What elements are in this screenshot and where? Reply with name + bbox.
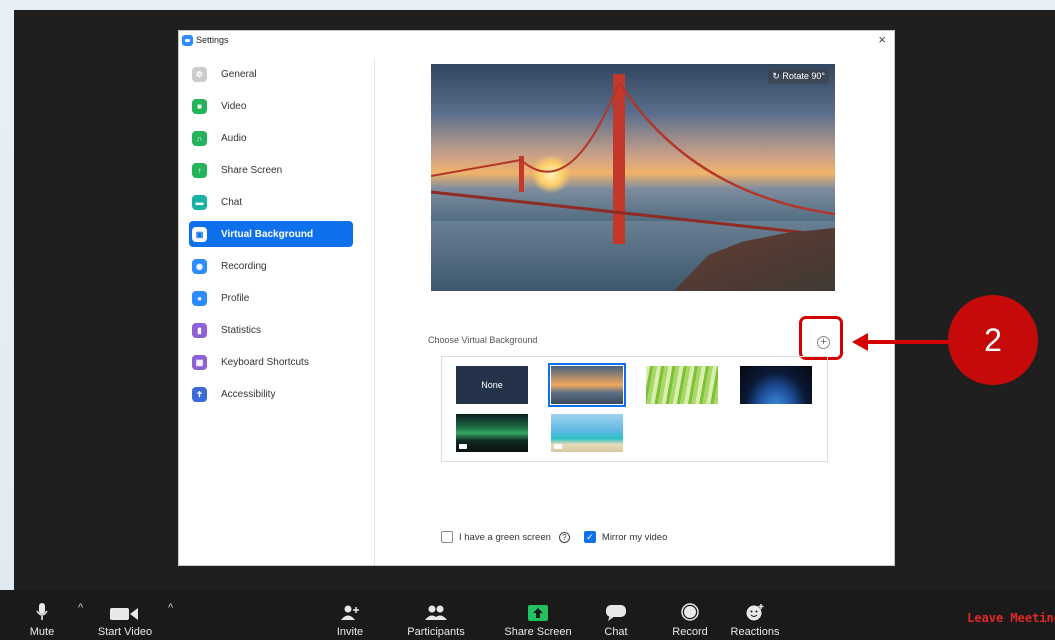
share-screen-icon — [528, 605, 548, 621]
sidebar-item-label: Chat — [221, 196, 243, 208]
participants-icon — [425, 605, 447, 620]
annotation-highlight-box — [799, 316, 843, 360]
sidebar-item-label: Keyboard Shortcuts — [221, 356, 309, 368]
sidebar-item-label: General — [221, 68, 257, 80]
chat-icon: ▬ — [192, 194, 207, 210]
window-title: Settings — [196, 35, 229, 45]
sidebar-item-chat[interactable]: ▬ Chat — [189, 189, 353, 215]
sidebar-item-label: Video — [221, 100, 247, 112]
sidebar-item-profile[interactable]: ● Profile — [189, 285, 353, 311]
sidebar-item-general[interactable]: ⚙ General — [189, 61, 353, 87]
meeting-toolbar: Mute ^ Start Video ^ Invite Participants… — [0, 590, 1055, 640]
background-thumb-aurora[interactable] — [456, 414, 528, 452]
step-number-badge: 2 — [948, 295, 1038, 385]
invite-button[interactable]: Invite — [330, 590, 370, 640]
chat-button[interactable]: Chat — [596, 590, 636, 640]
sidebar-item-label: Audio — [221, 132, 247, 144]
sidebar-item-virtual-background[interactable]: ▣ Virtual Background — [189, 221, 353, 247]
share-screen-label: Share Screen — [504, 626, 572, 638]
sidebar-item-label: Profile — [221, 292, 250, 304]
add-user-icon — [341, 605, 359, 620]
green-screen-checkbox[interactable] — [441, 531, 453, 543]
audio-options-caret[interactable]: ^ — [78, 602, 83, 614]
sidebar-item-statistics[interactable]: ▮ Statistics — [189, 317, 353, 343]
background-thumb-grass[interactable] — [646, 366, 718, 404]
accessibility-icon: ✝ — [192, 386, 207, 402]
background-thumbnail-grid: None — [441, 356, 828, 462]
participants-label: Participants — [407, 626, 465, 638]
recording-icon: ◉ — [192, 258, 207, 274]
reactions-icon — [746, 604, 764, 621]
background-options: I have a green screen ? ✓ Mirror my vide… — [441, 531, 667, 543]
record-label: Record — [672, 626, 708, 638]
gear-icon: ⚙ — [192, 66, 207, 82]
sidebar-item-label: Share Screen — [221, 164, 283, 176]
mirror-video-checkbox[interactable]: ✓ — [583, 531, 596, 543]
microphone-icon — [36, 603, 48, 620]
reactions-label: Reactions — [730, 626, 780, 638]
background-thumb-golden-gate[interactable] — [548, 363, 626, 407]
video-camera-icon — [110, 608, 138, 620]
sidebar-item-recording[interactable]: ◉ Recording — [189, 253, 353, 279]
sidebar-item-video[interactable]: ■ Video — [189, 93, 353, 119]
settings-sidebar: ⚙ General ■ Video ∩ Audio ↑ Share Screen ▬ Ch… — [179, 59, 375, 565]
background-thumb-none[interactable]: None — [456, 366, 528, 404]
record-button[interactable]: Record — [665, 590, 715, 640]
mirror-video-label: Mirror my video — [601, 531, 668, 543]
title-bar: Settings × — [179, 31, 894, 49]
green-screen-label: I have a green screen — [459, 531, 551, 543]
chat-icon — [606, 605, 626, 621]
rotate-button[interactable]: ↻ Rotate 90° — [768, 69, 829, 84]
chat-label: Chat — [604, 626, 628, 638]
video-badge-icon — [554, 444, 562, 449]
choose-background-heading: Choose Virtual Background — [428, 335, 538, 345]
sidebar-item-label: Recording — [221, 260, 267, 272]
sidebar-item-label: Accessibility — [221, 388, 276, 400]
sidebar-item-keyboard-shortcuts[interactable]: ▦ Keyboard Shortcuts — [189, 349, 353, 375]
headphones-icon: ∩ — [192, 130, 207, 146]
invite-label: Invite — [336, 626, 364, 638]
mute-button[interactable]: Mute — [26, 590, 58, 640]
share-screen-icon: ↑ — [192, 162, 207, 178]
annotation-arrow — [866, 340, 954, 344]
leave-meeting-button[interactable]: Leave Meeting — [967, 611, 1055, 625]
reactions-button[interactable]: Reactions — [724, 590, 786, 640]
participants-button[interactable]: Participants — [398, 590, 474, 640]
close-icon[interactable]: × — [878, 32, 886, 47]
start-video-button[interactable]: Start Video — [90, 590, 160, 640]
sidebar-item-accessibility[interactable]: ✝ Accessibility — [189, 381, 353, 407]
settings-window: Settings × ⚙ General ■ Video ∩ Audio ↑ Share… — [178, 30, 895, 566]
virtual-background-icon: ▣ — [192, 226, 207, 242]
sidebar-item-audio[interactable]: ∩ Audio — [189, 125, 353, 151]
background-thumb-earth[interactable] — [740, 366, 812, 404]
record-icon — [681, 603, 699, 621]
background-thumb-beach[interactable] — [551, 414, 623, 452]
keyboard-icon: ▦ — [192, 354, 207, 370]
video-options-caret[interactable]: ^ — [168, 602, 173, 614]
mute-label: Mute — [29, 626, 55, 638]
start-video-label: Start Video — [97, 626, 153, 638]
help-icon[interactable]: ? — [558, 531, 570, 543]
background-preview: ↻ Rotate 90° — [431, 64, 835, 291]
zoom-logo-icon — [182, 34, 193, 46]
sidebar-item-label: Virtual Background — [221, 228, 314, 240]
rotate-icon: ↻ — [772, 71, 783, 81]
share-screen-button[interactable]: Share Screen — [498, 590, 578, 640]
sidebar-item-label: Statistics — [221, 324, 262, 336]
profile-icon: ● — [192, 290, 207, 306]
video-badge-icon — [459, 444, 467, 449]
sidebar-item-share-screen[interactable]: ↑ Share Screen — [189, 157, 353, 183]
statistics-icon: ▮ — [192, 322, 207, 338]
rotate-label: Rotate 90° — [782, 71, 825, 81]
annotation-arrow-head — [852, 333, 868, 351]
video-icon: ■ — [192, 98, 207, 114]
